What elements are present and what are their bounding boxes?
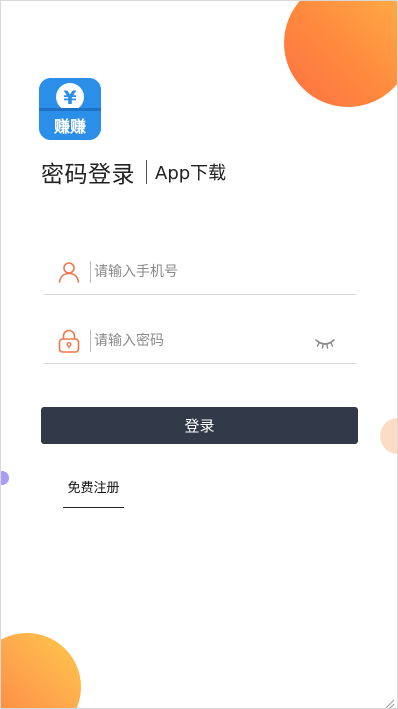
decorative-circle-bottom-left: [1, 633, 81, 708]
login-page: ¥ 赚赚 密码登录 App下载 请输入手机号 登录 免费注册: [0, 0, 398, 709]
lock-icon: [57, 329, 81, 353]
svg-text:¥: ¥: [63, 87, 76, 109]
title-row: 密码登录 App下载: [41, 157, 226, 188]
password-field: [44, 321, 356, 364]
password-input[interactable]: [94, 326, 304, 356]
yen-coin-icon: ¥ 赚赚: [39, 78, 101, 140]
title-divider: [146, 160, 147, 184]
app-logo: ¥ 赚赚: [39, 78, 101, 140]
register-link[interactable]: 免费注册: [63, 479, 124, 508]
decorative-circle-top-right: [284, 1, 397, 107]
user-icon: [57, 260, 81, 284]
page-title: 密码登录: [41, 162, 135, 188]
decorative-dot-left: [1, 471, 9, 485]
resize-grip-icon[interactable]: [384, 695, 395, 708]
phone-field-divider: [90, 261, 91, 283]
decorative-circle-right: [380, 418, 397, 454]
phone-input[interactable]: [94, 257, 304, 287]
login-button[interactable]: 登录: [41, 407, 358, 444]
password-field-divider: [90, 330, 91, 352]
app-download-link[interactable]: App下载: [155, 159, 226, 185]
svg-text:赚赚: 赚赚: [53, 117, 86, 136]
phone-field: [44, 252, 356, 295]
eye-closed-icon[interactable]: [314, 335, 336, 349]
